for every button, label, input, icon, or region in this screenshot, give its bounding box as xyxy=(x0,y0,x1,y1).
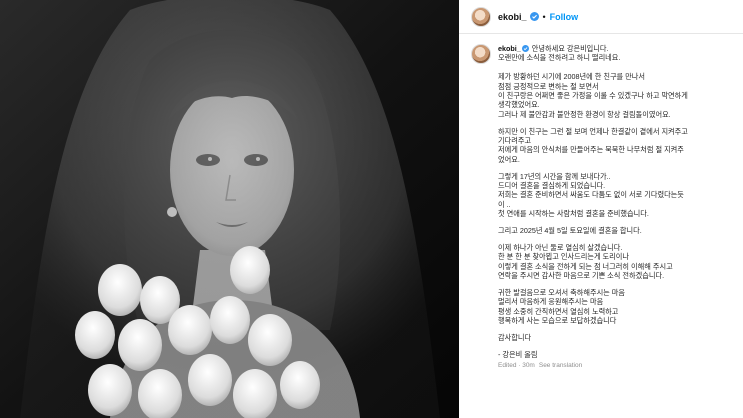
caption-paragraph: 그렇게 17년의 시간을 함께 보내다가.. 드디어 결혼을 결심하게 되었습니… xyxy=(498,171,684,219)
verified-badge-icon xyxy=(529,12,539,21)
post-header: ekobi_ • Follow xyxy=(459,0,743,34)
verified-badge-icon xyxy=(521,45,529,52)
caption-meta: Edited · 30m See translation xyxy=(498,361,731,370)
caption-first-line: ekobi_ 안녕하세요 강은비입니다. 오랜만에 소식을 전하려고 하니 떨리네… xyxy=(498,44,731,63)
header-avatar[interactable] xyxy=(471,6,491,27)
caption-avatar[interactable] xyxy=(471,44,491,64)
follow-button[interactable]: Follow xyxy=(550,12,579,22)
caption-greeting: 안녕하세요 강은비입니다. xyxy=(531,44,609,53)
caption-text: ekobi_ 안녕하세요 강은비입니다. 오랜만에 소식을 전하려고 하니 떨리네… xyxy=(498,44,731,371)
caption-paragraph: 오랜만에 소식을 전하려고 하니 떨리네요. xyxy=(498,53,621,63)
post-photo xyxy=(0,0,459,418)
edited-time: Edited · 30m xyxy=(498,362,535,370)
caption-paragraph: 하지만 이 친구는 그런 절 보며 언제나 한결같이 곁에서 지켜주고 기다려주… xyxy=(498,126,688,164)
caption-paragraph: 그리고 2025년 4월 5일 토요일에 결혼을 합니다. xyxy=(498,226,642,236)
separator-dot: • xyxy=(542,11,546,22)
caption-row: ekobi_ 안녕하세요 강은비입니다. 오랜만에 소식을 전하려고 하니 떨리네… xyxy=(471,44,731,371)
caption-paragraph: 감사합니다 xyxy=(498,332,532,342)
caption-paragraph: 이제 하나가 아닌 둘로 열심히 살겠습니다. 한 분 한 분 찾아뵙고 인사드… xyxy=(498,242,673,281)
post-side-panel: ekobi_ • Follow ekobi_ 안녕하세요 강은비입니다. 오랜만에… xyxy=(459,0,743,418)
caption-paragraph: 귀한 발걸음으로 오셔서 축하해주시는 마음 멀리서 마음하게 응원해주시는 마… xyxy=(498,287,626,326)
bride-photo-image xyxy=(0,0,459,418)
see-translation-link[interactable]: See translation xyxy=(539,362,582,369)
header-username[interactable]: ekobi_ xyxy=(498,12,527,22)
caption-username[interactable]: ekobi_ xyxy=(498,44,521,53)
caption-signature: - 강은비 올림 xyxy=(498,349,538,359)
caption-paragraph: 제가 방황하던 시기에 2008년에 한 친구를 만나서 점점 긍정적으로 변하… xyxy=(498,72,688,119)
caption-area: ekobi_ 안녕하세요 강은비입니다. 오랜만에 소식을 전하려고 하니 떨리네… xyxy=(459,34,743,371)
